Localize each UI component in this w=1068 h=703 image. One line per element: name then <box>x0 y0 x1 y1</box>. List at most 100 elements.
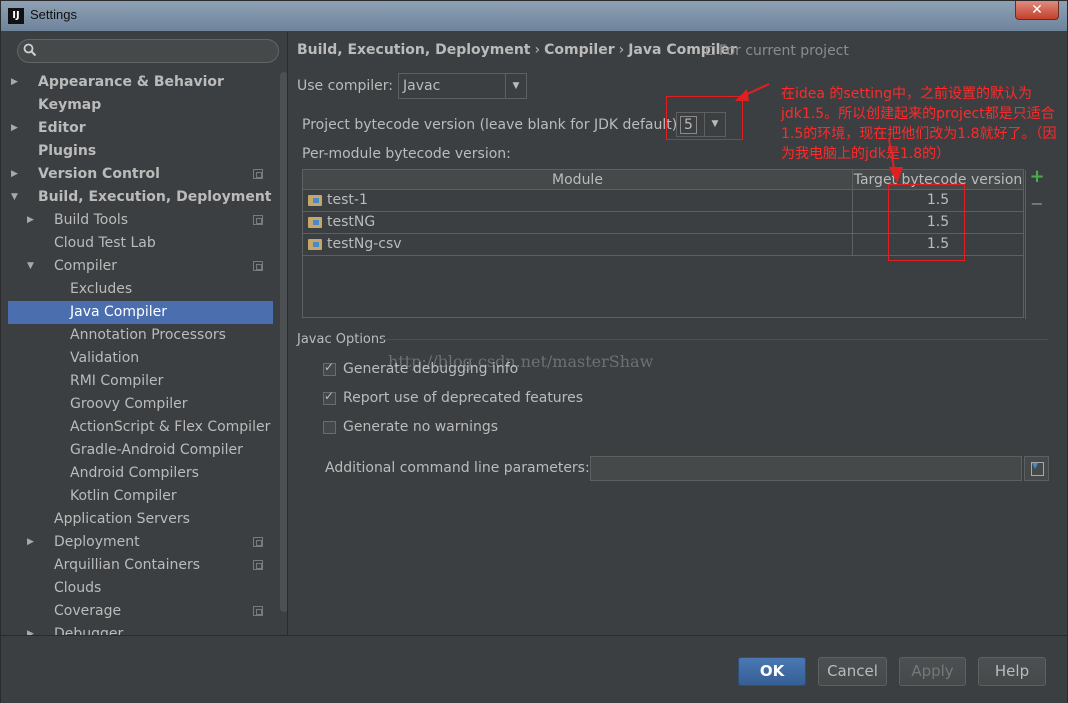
sidebar-item-label: Arquillian Containers <box>54 557 201 573</box>
module-cell: testNG <box>303 212 853 233</box>
breadcrumb-part: Compiler <box>544 42 615 58</box>
scope-label: For current project <box>719 43 849 59</box>
module-name: testNG <box>327 214 376 230</box>
title-bar: IJ Settings ✕ <box>1 1 1067 31</box>
sidebar-item[interactable]: ▶ Version Control <box>8 163 273 186</box>
sidebar-item[interactable]: Clouds <box>8 577 273 600</box>
breadcrumb: Build, Execution, Deployment › Compiler › Ja… <box>297 42 737 58</box>
project-scope-icon <box>253 560 263 570</box>
chevron-right-icon[interactable]: ▶ <box>11 71 23 94</box>
chevron-down-icon[interactable]: ▼ <box>11 186 23 209</box>
sidebar-item[interactable]: ▶ Appearance & Behavior <box>8 71 273 94</box>
breadcrumb-separator: › <box>534 42 541 58</box>
generate-no-warnings-checkbox[interactable] <box>323 421 336 434</box>
generate-no-warnings-label[interactable]: Generate no warnings <box>343 419 498 435</box>
annotation-arrow-head <box>889 167 903 183</box>
sidebar-item[interactable]: Application Servers <box>8 508 273 531</box>
sidebar-item-label: Deployment <box>54 534 140 550</box>
sidebar-item-label: Build Tools <box>54 212 129 228</box>
javac-options-title: Javac Options <box>297 332 386 347</box>
project-scope-icon <box>253 606 263 616</box>
generate-debug-info-checkbox[interactable] <box>323 360 336 376</box>
sidebar-item[interactable]: Android Compilers <box>8 462 273 485</box>
chevron-right-icon[interactable]: ▶ <box>27 209 39 232</box>
close-window-button[interactable]: ✕ <box>1015 1 1059 20</box>
sidebar-item-label: Compiler <box>54 258 118 274</box>
sidebar-item[interactable]: Coverage <box>8 600 273 623</box>
settings-window: IJ Settings ✕ ▶ Appearance & Behavior Keym… <box>0 0 1068 703</box>
project-scope-icon <box>253 537 263 547</box>
breadcrumb-separator: › <box>618 42 625 58</box>
sidebar-item[interactable]: Java Compiler <box>8 301 273 324</box>
expand-params-button[interactable] <box>1024 456 1049 481</box>
sidebar-item[interactable]: Arquillian Containers <box>8 554 273 577</box>
help-button[interactable]: Help <box>978 657 1046 686</box>
annotation-text: 在idea 的setting中，之前设置的默认为jdk1.5。所以创建起来的pr… <box>781 86 1057 162</box>
sidebar-item-label: ActionScript & Flex Compiler <box>70 419 271 435</box>
module-folder-icon <box>308 239 322 250</box>
sidebar-item[interactable]: ▶ Editor <box>8 117 273 140</box>
project-scope-icon <box>253 169 263 179</box>
use-compiler-select[interactable]: Javac ▼ <box>398 73 527 99</box>
chevron-down-icon[interactable]: ▼ <box>27 255 39 278</box>
sidebar-item-label: Debugger <box>54 626 124 635</box>
sidebar-item[interactable]: ▼ Compiler <box>8 255 273 278</box>
sidebar-item[interactable]: RMI Compiler <box>8 370 273 393</box>
sidebar-item-label: Groovy Compiler <box>70 396 188 412</box>
close-icon: ✕ <box>1031 2 1043 18</box>
sidebar-item-label: Plugins <box>38 143 97 159</box>
sidebar-item-label: Application Servers <box>54 511 190 527</box>
sidebar-item[interactable]: Kotlin Compiler <box>8 485 273 508</box>
intellij-app-icon: IJ <box>8 8 24 24</box>
sidebar-item-label: Annotation Processors <box>70 327 226 343</box>
sidebar-item-label: Clouds <box>54 580 102 596</box>
project-scope-icon <box>253 215 263 225</box>
breadcrumb-part: Build, Execution, Deployment <box>297 42 531 58</box>
use-compiler-label: Use compiler: <box>297 78 394 94</box>
add-module-button[interactable]: + <box>1029 168 1045 186</box>
sidebar-item[interactable]: Plugins <box>8 140 273 163</box>
table-toolbar <box>1025 170 1051 319</box>
sidebar-item-label: Gradle-Android Compiler <box>70 442 243 458</box>
sidebar-item[interactable]: ▶ Deployment <box>8 531 273 554</box>
sidebar-item-label: Validation <box>70 350 140 366</box>
sidebar-item[interactable]: Groovy Compiler <box>8 393 273 416</box>
chevron-right-icon[interactable]: ▶ <box>27 623 39 635</box>
sidebar-item[interactable]: Excludes <box>8 278 273 301</box>
sidebar-item[interactable]: Annotation Processors <box>8 324 273 347</box>
sidebar-item[interactable]: ▶ Build Tools <box>8 209 273 232</box>
sidebar-item[interactable]: ▼ Build, Execution, Deployment <box>8 186 273 209</box>
module-name: test-1 <box>327 192 368 208</box>
sidebar-item[interactable]: Validation <box>8 347 273 370</box>
sidebar-scrollbar[interactable] <box>280 72 287 612</box>
sidebar-item[interactable]: ActionScript & Flex Compiler <box>8 416 273 439</box>
additional-params-input[interactable] <box>590 456 1022 481</box>
bytecode-version-label: Project bytecode version (leave blank fo… <box>302 117 682 133</box>
sidebar-item[interactable]: ▶ Debugger <box>8 623 273 635</box>
sidebar-item[interactable]: Keymap <box>8 94 273 117</box>
chevron-right-icon[interactable]: ▶ <box>11 117 23 140</box>
cancel-button[interactable]: Cancel <box>818 657 887 686</box>
additional-params-label: Additional command line parameters: <box>325 460 590 476</box>
report-deprecated-checkbox[interactable] <box>323 389 336 405</box>
search-icon <box>23 43 37 57</box>
watermark: http://blog.csdn.net/masterShaw <box>388 352 654 371</box>
sidebar-item-label: Appearance & Behavior <box>38 74 224 90</box>
settings-search-input[interactable] <box>17 39 279 63</box>
sidebar-item-label: Coverage <box>54 603 122 619</box>
module-cell: testNg-csv <box>303 234 853 255</box>
report-deprecated-label[interactable]: Report use of deprecated features <box>343 390 583 406</box>
dialog-button-bar: OK Cancel Apply Help <box>1 635 1067 703</box>
settings-sidebar: ▶ Appearance & Behavior Keymap ▶ Editor Plugi… <box>8 32 287 635</box>
sidebar-item[interactable]: Cloud Test Lab <box>8 232 273 255</box>
sidebar-item-label: RMI Compiler <box>70 373 164 389</box>
chevron-right-icon[interactable]: ▶ <box>11 163 23 186</box>
sidebar-item-label: Build, Execution, Deployment <box>38 189 272 205</box>
apply-button[interactable]: Apply <box>899 657 966 686</box>
chevron-right-icon[interactable]: ▶ <box>27 531 39 554</box>
sidebar-item[interactable]: Gradle-Android Compiler <box>8 439 273 462</box>
ok-button[interactable]: OK <box>738 657 806 686</box>
remove-module-button[interactable]: − <box>1029 196 1045 212</box>
sidebar-item-label: Android Compilers <box>70 465 199 481</box>
module-folder-icon <box>308 195 322 206</box>
